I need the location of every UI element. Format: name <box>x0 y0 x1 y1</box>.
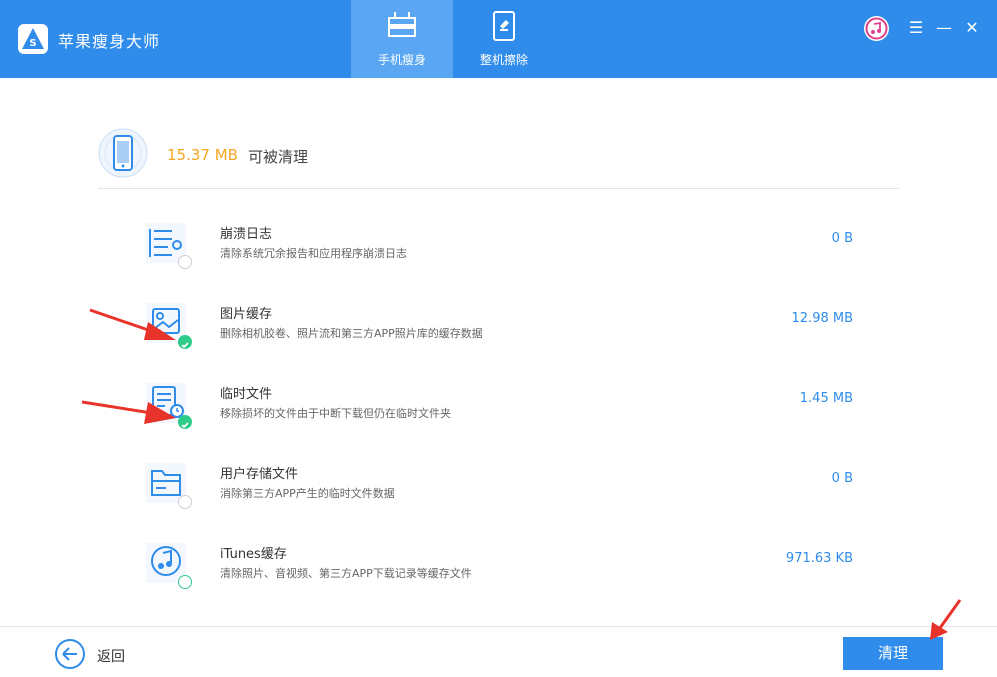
footer-divider <box>0 626 997 627</box>
list-item-image-cache[interactable]: 图片缓存 删除相机胶卷、照片流和第三方APP照片库的缓存数据 12.98 MB <box>140 301 860 361</box>
cleanable-label: 可被清理 <box>248 148 309 166</box>
item-size: 971.63 KB <box>785 551 853 566</box>
item-title: 崩溃日志 <box>220 227 273 242</box>
phone-icon <box>98 128 148 178</box>
item-desc: 删除相机胶卷、照片流和第三方APP照片库的缓存数据 <box>220 327 483 340</box>
item-title: iTunes缓存 <box>220 547 287 562</box>
item-desc: 移除损坏的文件由于中断下载但仍在临时文件夹 <box>220 407 451 420</box>
minimize-icon[interactable]: — <box>932 16 956 40</box>
item-title: 临时文件 <box>220 387 273 402</box>
phone-slim-icon <box>385 10 419 42</box>
list-item-user-storage[interactable]: 用户存储文件 消除第三方APP产生的临时文件数据 0 B <box>140 461 860 521</box>
annotation-arrow-icon <box>89 308 176 340</box>
tab-label: 整机擦除 <box>479 53 528 67</box>
back-label: 返回 <box>97 649 125 665</box>
checkbox[interactable] <box>178 575 192 589</box>
checkbox[interactable] <box>178 255 192 269</box>
item-size: 0 B <box>831 471 853 486</box>
checkbox[interactable] <box>178 495 192 509</box>
title-bar: S 苹果瘦身大师 手机瘦身 整机擦除 ☰ — ✕ <box>0 0 997 78</box>
item-size: 1.45 MB <box>799 391 853 406</box>
item-desc: 清除系统冗余报告和应用程序崩溃日志 <box>220 247 407 260</box>
list-item-crash-log[interactable]: 崩溃日志 清除系统冗余报告和应用程序崩溃日志 0 B <box>140 221 860 281</box>
cleanable-size: 15.37 MB <box>167 146 238 164</box>
device-erase-icon <box>487 10 521 42</box>
close-icon[interactable]: ✕ <box>960 16 984 40</box>
item-title: 用户存储文件 <box>220 467 299 482</box>
checkbox-checked[interactable] <box>178 415 192 429</box>
back-button[interactable]: 返回 <box>54 638 134 670</box>
list-item-itunes-cache[interactable]: iTunes缓存 清除照片、音视频、第三方APP下载记录等缓存文件 971.63… <box>140 541 860 601</box>
tab-label: 手机瘦身 <box>377 53 426 67</box>
tab-phone-slim[interactable]: 手机瘦身 <box>351 0 453 78</box>
annotation-arrow-icon <box>81 400 176 424</box>
list-item-temp-files[interactable]: 临时文件 移除损坏的文件由于中断下载但仍在临时文件夹 1.45 MB <box>140 381 860 441</box>
tab-device-erase[interactable]: 整机擦除 <box>453 0 555 78</box>
divider <box>98 188 899 189</box>
item-desc: 消除第三方APP产生的临时文件数据 <box>220 487 395 500</box>
menu-icon[interactable]: ☰ <box>904 16 928 40</box>
app-logo: S <box>18 24 48 54</box>
item-title: 图片缓存 <box>220 307 273 322</box>
annotation-arrow-icon <box>930 599 962 640</box>
item-size: 0 B <box>831 231 853 246</box>
item-desc: 清除照片、音视频、第三方APP下载记录等缓存文件 <box>220 567 472 580</box>
itunes-icon[interactable] <box>864 16 889 41</box>
svg-text:S: S <box>29 38 36 49</box>
item-size: 12.98 MB <box>791 311 853 326</box>
app-title: 苹果瘦身大师 <box>58 32 161 51</box>
checkbox-checked[interactable] <box>178 335 192 349</box>
back-arrow-icon <box>54 638 86 670</box>
